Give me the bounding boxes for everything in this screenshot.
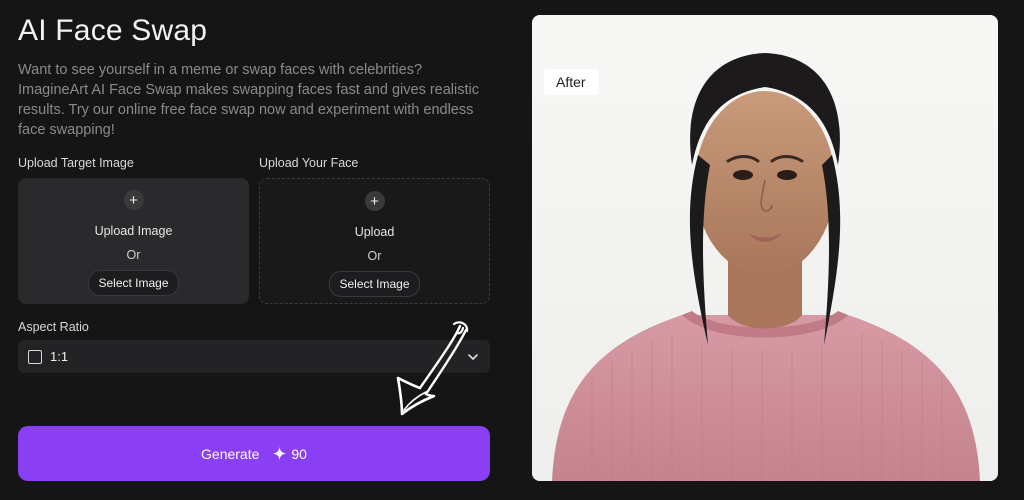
generate-label: Generate [201,445,260,462]
square-icon [28,349,42,364]
aspect-ratio-value: 1:1 [50,349,69,364]
upload-row: Upload Target Image + Upload Image Or Se… [18,156,490,306]
credit-cost: 90 [273,446,307,462]
app-frame: AI Face Swap Want to see yourself in a m… [0,0,1024,500]
hand-drawn-arrow-icon [396,321,469,416]
upload-face-label: Upload Your Face [259,156,359,170]
select-target-image-button[interactable]: Select Image [88,270,179,296]
upload-target-dropzone[interactable]: + Upload Image Or Select Image [18,178,249,304]
upload-target-or: Or [126,248,141,262]
upload-target-text: Upload Image [94,224,173,238]
aspect-ratio-label: Aspect Ratio [18,320,89,334]
upload-target-label: Upload Target Image [18,156,134,170]
upload-face-dropzone[interactable]: + Upload Or Select Image [259,178,490,304]
generate-button[interactable]: Generate 90 [18,426,490,481]
page-title: AI Face Swap [18,14,208,47]
select-face-image-button[interactable]: Select Image [329,271,420,297]
upload-face-or: Or [367,249,382,263]
upload-face-text: Upload [354,225,395,239]
plus-icon[interactable]: + [364,191,385,211]
upload-face-section: Upload Your Face + Upload Or Select Imag… [259,156,490,304]
after-badge: After [544,69,598,95]
intro-section: AI Face Swap Want to see yourself in a m… [18,14,490,140]
page-description: Want to see yourself in a meme or swap f… [18,62,479,138]
result-preview-image: After [532,15,998,481]
credit-count: 90 [291,445,307,462]
upload-target-section: Upload Target Image + Upload Image Or Se… [18,156,249,304]
sparkle-icon [273,447,287,460]
plus-icon[interactable]: + [123,190,144,210]
portrait-illustration [532,15,998,481]
